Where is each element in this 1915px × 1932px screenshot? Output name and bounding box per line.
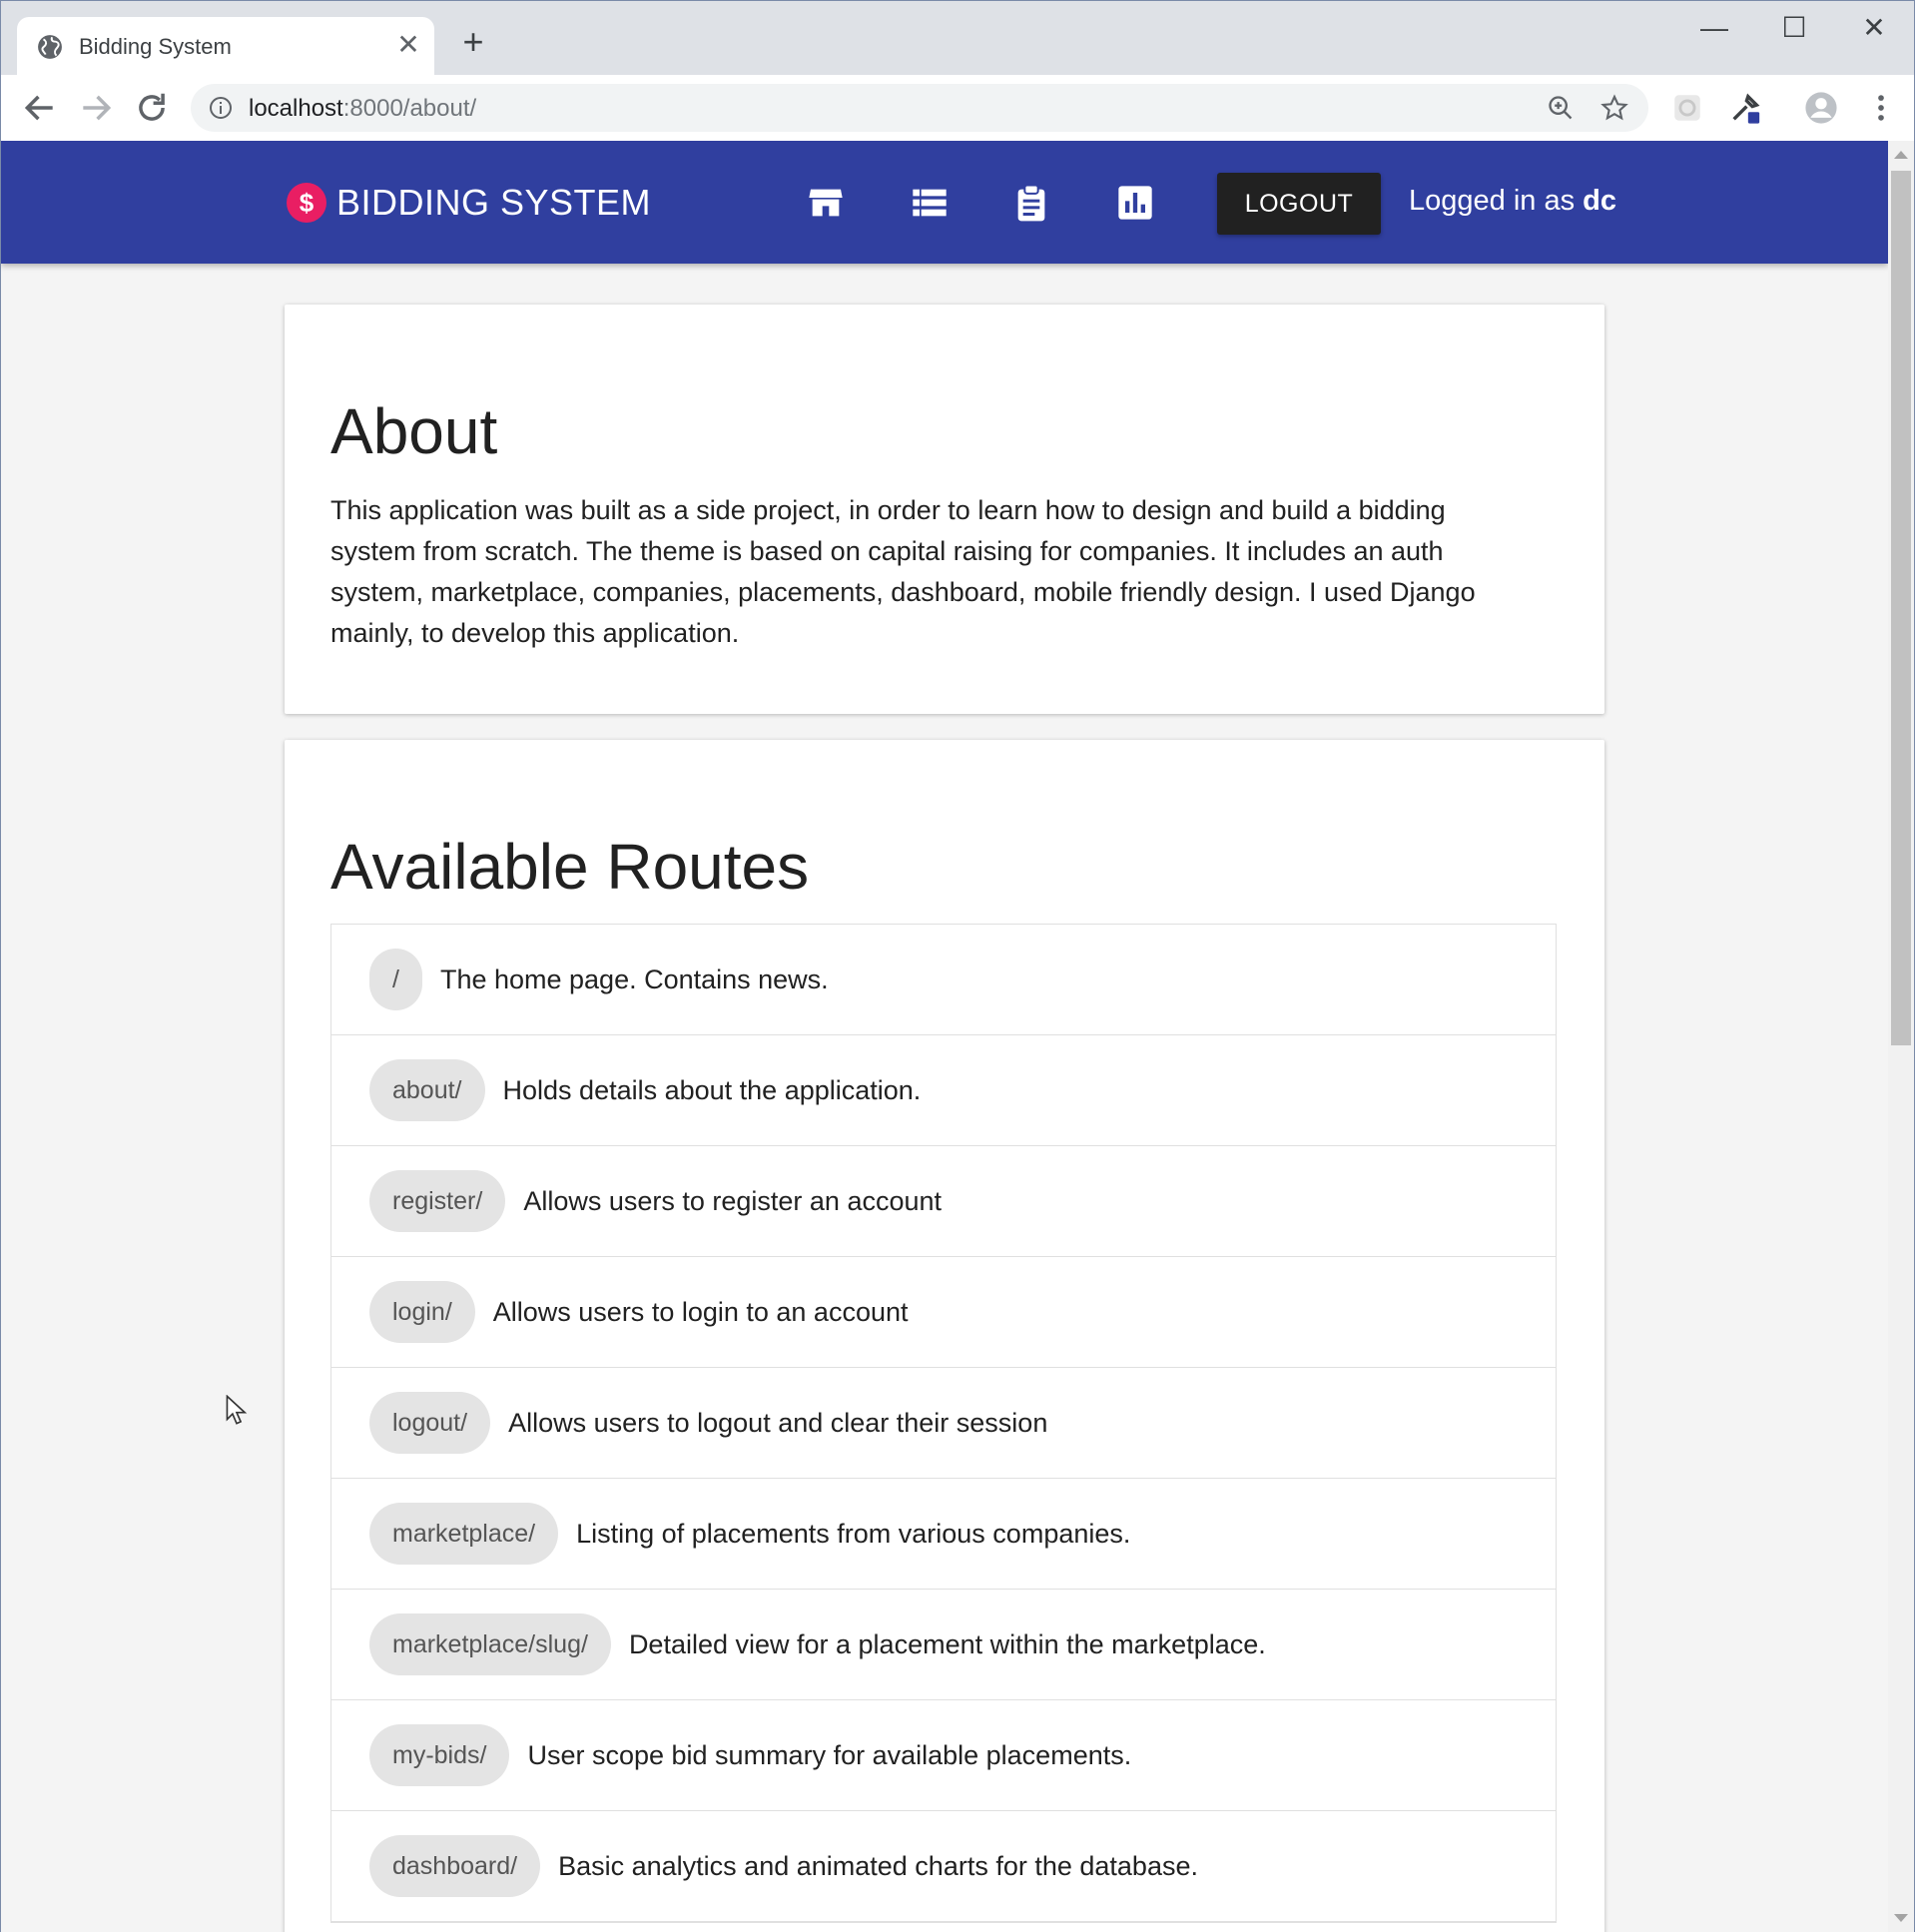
scroll-up-arrow-icon[interactable] <box>1894 151 1908 159</box>
routes-card: Available Routes / The home page. Contain… <box>285 740 1604 1932</box>
route-path-chip: dashboard/ <box>369 1835 541 1897</box>
tab-title: Bidding System <box>79 34 232 59</box>
dollar-logo-icon: $ <box>287 183 326 223</box>
route-path-chip: logout/ <box>369 1392 491 1454</box>
site-info-icon[interactable] <box>209 96 233 120</box>
about-title: About <box>330 395 498 467</box>
route-description: User scope bid summary for available pla… <box>527 1739 1132 1770</box>
menu-dots-icon[interactable] <box>1864 91 1898 125</box>
reload-icon[interactable] <box>133 89 171 127</box>
url-text: localhost:8000/about/ <box>249 95 476 123</box>
route-description: Allows users to register an account <box>523 1185 943 1216</box>
about-card: About This application was built as a si… <box>285 305 1604 714</box>
route-path-chip: marketplace/slug/ <box>369 1613 611 1675</box>
logged-in-prefix: Logged in as <box>1409 185 1584 217</box>
minimize-button[interactable]: — <box>1684 13 1744 45</box>
url-path: :8000/about/ <box>342 95 477 122</box>
maximize-button[interactable]: ☐ <box>1764 13 1824 45</box>
globe-icon <box>38 35 62 59</box>
route-row: my-bids/User scope bid summary for avail… <box>331 1700 1556 1811</box>
brand-name: BIDDING SYSTEM <box>336 182 652 223</box>
tab-close-icon[interactable]: ✕ <box>394 31 422 59</box>
browser-window: Bidding System ✕ + — ☐ ✕ localhost:8000/… <box>0 0 1915 1932</box>
tab-strip: Bidding System ✕ + — ☐ ✕ <box>1 1 1914 75</box>
route-description: The home page. Contains news. <box>439 964 829 994</box>
route-row: marketplace/Listing of placements from v… <box>331 1479 1556 1590</box>
logout-button[interactable]: LOGOUT <box>1217 173 1381 235</box>
route-path-chip: register/ <box>369 1170 506 1232</box>
mouse-cursor-icon <box>226 1395 248 1425</box>
clipboard-icon[interactable] <box>1011 183 1051 223</box>
address-bar[interactable]: localhost:8000/about/ <box>191 84 1648 132</box>
url-host: localhost <box>249 95 343 122</box>
route-description: Detailed view for a placement within the… <box>628 1628 1266 1659</box>
route-description: Listing of placements from various compa… <box>576 1518 1131 1549</box>
routes-list: / The home page. Contains news. about/Hold… <box>330 924 1557 1923</box>
back-arrow-icon[interactable] <box>21 89 59 127</box>
page-viewport: $ BIDDING SYSTEM LOGOUT Logged in as dc … <box>1 141 1888 1932</box>
zoom-icon[interactable] <box>1547 94 1575 122</box>
route-row: marketplace/slug/Detailed view for a pla… <box>331 1590 1556 1700</box>
chart-icon[interactable] <box>1115 183 1155 223</box>
route-row: dashboard/Basic analytics and animated c… <box>331 1811 1556 1922</box>
route-row: register/Allows users to register an acc… <box>331 1146 1556 1257</box>
profile-avatar-icon[interactable] <box>1804 91 1838 125</box>
routes-title: Available Routes <box>330 831 810 903</box>
route-row: about/Holds details about the applicatio… <box>331 1035 1556 1146</box>
page-scrollbar[interactable] <box>1888 141 1914 1932</box>
extension-icon[interactable] <box>1670 91 1704 125</box>
app-navbar: $ BIDDING SYSTEM LOGOUT Logged in as dc <box>1 141 1888 264</box>
scroll-down-arrow-icon[interactable] <box>1894 1914 1908 1922</box>
close-window-button[interactable]: ✕ <box>1844 13 1904 45</box>
route-row: / The home page. Contains news. <box>331 925 1556 1035</box>
route-row: logout/Allows users to logout and clear … <box>331 1368 1556 1479</box>
eyedropper-extension-icon[interactable] <box>1728 91 1762 125</box>
route-path-chip: / <box>369 949 422 1010</box>
store-icon[interactable] <box>806 183 846 223</box>
route-row: login/Allows users to login to an accoun… <box>331 1257 1556 1368</box>
browser-toolbar: localhost:8000/about/ <box>1 75 1914 142</box>
browser-tab[interactable]: Bidding System ✕ <box>17 17 434 75</box>
route-description: Holds details about the application. <box>502 1074 922 1105</box>
route-path-chip: my-bids/ <box>369 1724 510 1786</box>
route-path-chip: marketplace/ <box>369 1503 559 1565</box>
username: dc <box>1583 185 1616 217</box>
logged-in-status: Logged in as dc <box>1409 185 1616 218</box>
route-description: Basic analytics and animated charts for … <box>558 1850 1198 1881</box>
route-path-chip: about/ <box>369 1059 485 1121</box>
about-text: This application was built as a side pro… <box>330 495 1476 648</box>
route-description: Allows users to logout and clear their s… <box>508 1407 1048 1438</box>
new-tab-button[interactable]: + <box>456 24 490 61</box>
route-description: Allows users to login to an account <box>492 1296 909 1327</box>
bookmark-star-icon[interactable] <box>1600 94 1628 122</box>
scrollbar-thumb[interactable] <box>1891 171 1911 1045</box>
brand[interactable]: $ BIDDING SYSTEM <box>287 181 651 225</box>
forward-arrow-icon[interactable] <box>77 89 115 127</box>
list-icon[interactable] <box>910 183 950 223</box>
route-path-chip: login/ <box>369 1281 475 1343</box>
